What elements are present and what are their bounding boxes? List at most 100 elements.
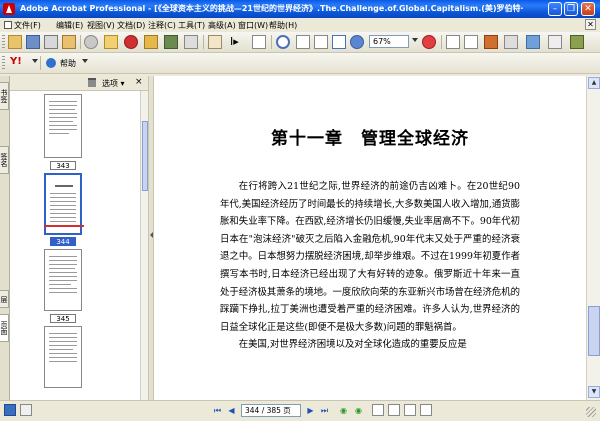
thumbnail-label: 343 — [50, 161, 76, 170]
continuous-icon[interactable] — [464, 35, 478, 49]
zoom-level-field[interactable]: 67% — [369, 35, 409, 48]
main-toolbar: I▸ 67% — [0, 32, 600, 53]
security-icon[interactable] — [144, 35, 158, 49]
yahoo-icon[interactable]: Y! — [10, 56, 30, 70]
chapter-title: 第十一章 管理全球经济 — [271, 129, 469, 149]
email-icon[interactable] — [62, 35, 76, 49]
previous-view-icon[interactable]: ◉ — [338, 405, 349, 416]
menu-document[interactable]: 文档(D) — [117, 20, 145, 31]
resize-grip-icon[interactable] — [586, 407, 596, 417]
close-panel-icon[interactable]: × — [135, 77, 143, 87]
menu-file[interactable]: 文件(F) — [4, 20, 41, 31]
document-scrollbar[interactable]: ▲ ▼ — [586, 76, 600, 400]
hand-tool-icon[interactable] — [208, 35, 222, 49]
previous-page-icon[interactable]: ◀ — [226, 405, 237, 416]
continuous-facing-view-icon[interactable] — [420, 404, 432, 416]
page-size-icon[interactable] — [4, 404, 16, 416]
document-scroll-thumb[interactable] — [588, 306, 600, 356]
open-folder-icon[interactable] — [8, 35, 22, 49]
single-page-icon[interactable] — [446, 35, 460, 49]
select-text-icon[interactable]: I▸ — [230, 35, 244, 49]
menu-window[interactable]: 窗口(W) — [238, 20, 268, 31]
menu-advanced[interactable]: 高级(A) — [208, 20, 236, 31]
layout-icon[interactable] — [526, 35, 540, 49]
fit-page-icon[interactable] — [314, 35, 328, 49]
options-menu-button[interactable]: 选项 ▾ — [102, 78, 125, 89]
page-thumbnail[interactable] — [44, 249, 82, 311]
stamp-icon[interactable] — [124, 35, 138, 49]
document-view[interactable]: 第十一章 管理全球经济 在行将跨入21世纪之际,世界经济的前途仍吉凶难卜。在20… — [154, 76, 586, 400]
menu-view[interactable]: 视图(V) — [87, 20, 115, 31]
tools-icon[interactable] — [548, 35, 562, 49]
scroll-up-icon[interactable]: ▲ — [588, 77, 600, 89]
thumbnail-label-selected: 344 — [50, 237, 76, 246]
document-body: 在行将跨入21世纪之际,世界经济的前途仍吉凶难卜。在20世纪90年代,美国经济经… — [220, 178, 520, 354]
help-dropdown-icon[interactable] — [82, 59, 88, 63]
first-page-icon[interactable]: ⏮ — [212, 405, 223, 416]
snapshot-icon[interactable] — [252, 35, 266, 49]
scroll-down-icon[interactable]: ▼ — [588, 386, 600, 398]
help-icon[interactable] — [46, 58, 56, 68]
pages-icon[interactable] — [504, 35, 518, 49]
sign-icon[interactable] — [184, 35, 198, 49]
page-thumbnail-selected[interactable] — [44, 173, 84, 235]
facing-view-icon[interactable] — [404, 404, 416, 416]
menu-comments[interactable]: 注释(C) — [148, 20, 176, 31]
tab-pages[interactable]: 页面 — [0, 314, 9, 342]
menu-edit[interactable]: 编辑(E) — [56, 20, 83, 31]
layout-mode-icon[interactable] — [20, 404, 32, 416]
status-bar: ⏮ ◀ 344 / 385 页 ▶ ⏭ ◉ ◉ — [0, 400, 600, 421]
help-button[interactable]: 帮助 — [60, 58, 76, 69]
zoom-dropdown-icon[interactable] — [412, 38, 418, 42]
single-page-view-icon[interactable] — [372, 404, 384, 416]
page-thumbnail[interactable] — [44, 94, 82, 158]
acrobat-app-icon[interactable] — [3, 3, 15, 15]
window-title: Adobe Acrobat Professional - [《全球资本主义的挑战… — [20, 4, 524, 13]
toolbar-separator — [271, 35, 272, 49]
thumbnail-list[interactable]: 343 344 345 — [10, 91, 140, 400]
actual-size-icon[interactable] — [296, 35, 310, 49]
toolbar-separator — [441, 35, 442, 49]
menu-help[interactable]: 帮助(H) — [269, 20, 297, 31]
thumbnail-label: 345 — [50, 314, 76, 323]
pages-panel-header: 选项 ▾ × — [10, 76, 148, 91]
continuous-view-icon[interactable] — [388, 404, 400, 416]
last-page-icon[interactable]: ⏭ — [319, 405, 330, 416]
toolbar-grip[interactable] — [2, 35, 5, 49]
toolbar-separator — [40, 56, 41, 70]
page-number-field[interactable]: 344 / 385 页 — [241, 404, 301, 417]
trash-icon[interactable] — [88, 78, 96, 87]
tab-signatures[interactable]: 签名 — [0, 146, 9, 174]
fit-width-icon[interactable] — [332, 35, 346, 49]
zoom-out-icon[interactable] — [350, 35, 364, 49]
next-view-icon[interactable]: ◉ — [353, 405, 364, 416]
search-icon[interactable] — [84, 35, 98, 49]
menu-bar: 文件(F) 编辑(E) 视图(V) 文档(D) 注释(C) 工具(T) 高级(A… — [0, 18, 600, 32]
menu-tools[interactable]: 工具(T) — [178, 20, 205, 31]
save-icon[interactable] — [26, 35, 40, 49]
collapse-arrow-icon[interactable] — [150, 232, 153, 238]
binoculars-icon[interactable] — [164, 35, 178, 49]
pencil-icon[interactable] — [104, 35, 118, 49]
title-bar[interactable]: Adobe Acrobat Professional - [《全球资本主义的挑战… — [0, 0, 600, 18]
document-icon — [4, 21, 12, 29]
toolbar-grip[interactable] — [2, 56, 5, 70]
navigation-tab-strip: 书签 签名 层 页面 — [0, 76, 10, 400]
toolbar-separator — [203, 35, 204, 49]
maximize-button[interactable]: ❐ — [564, 2, 578, 16]
print-icon[interactable] — [44, 35, 58, 49]
pages-panel: 选项 ▾ × 343 344 345 — [10, 76, 149, 400]
secondary-toolbar: Y! 帮助 — [0, 53, 600, 74]
document-close-button[interactable]: ✕ — [585, 19, 596, 30]
minimize-button[interactable]: – — [548, 2, 562, 16]
close-button[interactable]: ✕ — [581, 2, 595, 16]
yahoo-dropdown-icon[interactable] — [32, 59, 38, 63]
page-thumbnail[interactable] — [44, 326, 82, 388]
zoom-in-icon[interactable] — [276, 35, 290, 49]
extra-tools-icon[interactable] — [570, 35, 584, 49]
tab-layers[interactable]: 层 — [0, 290, 9, 308]
rotate-icon[interactable] — [484, 35, 498, 49]
next-page-icon[interactable]: ▶ — [305, 405, 316, 416]
tab-bookmarks[interactable]: 书签 — [0, 82, 9, 110]
zoom-plus-icon[interactable] — [422, 35, 436, 49]
